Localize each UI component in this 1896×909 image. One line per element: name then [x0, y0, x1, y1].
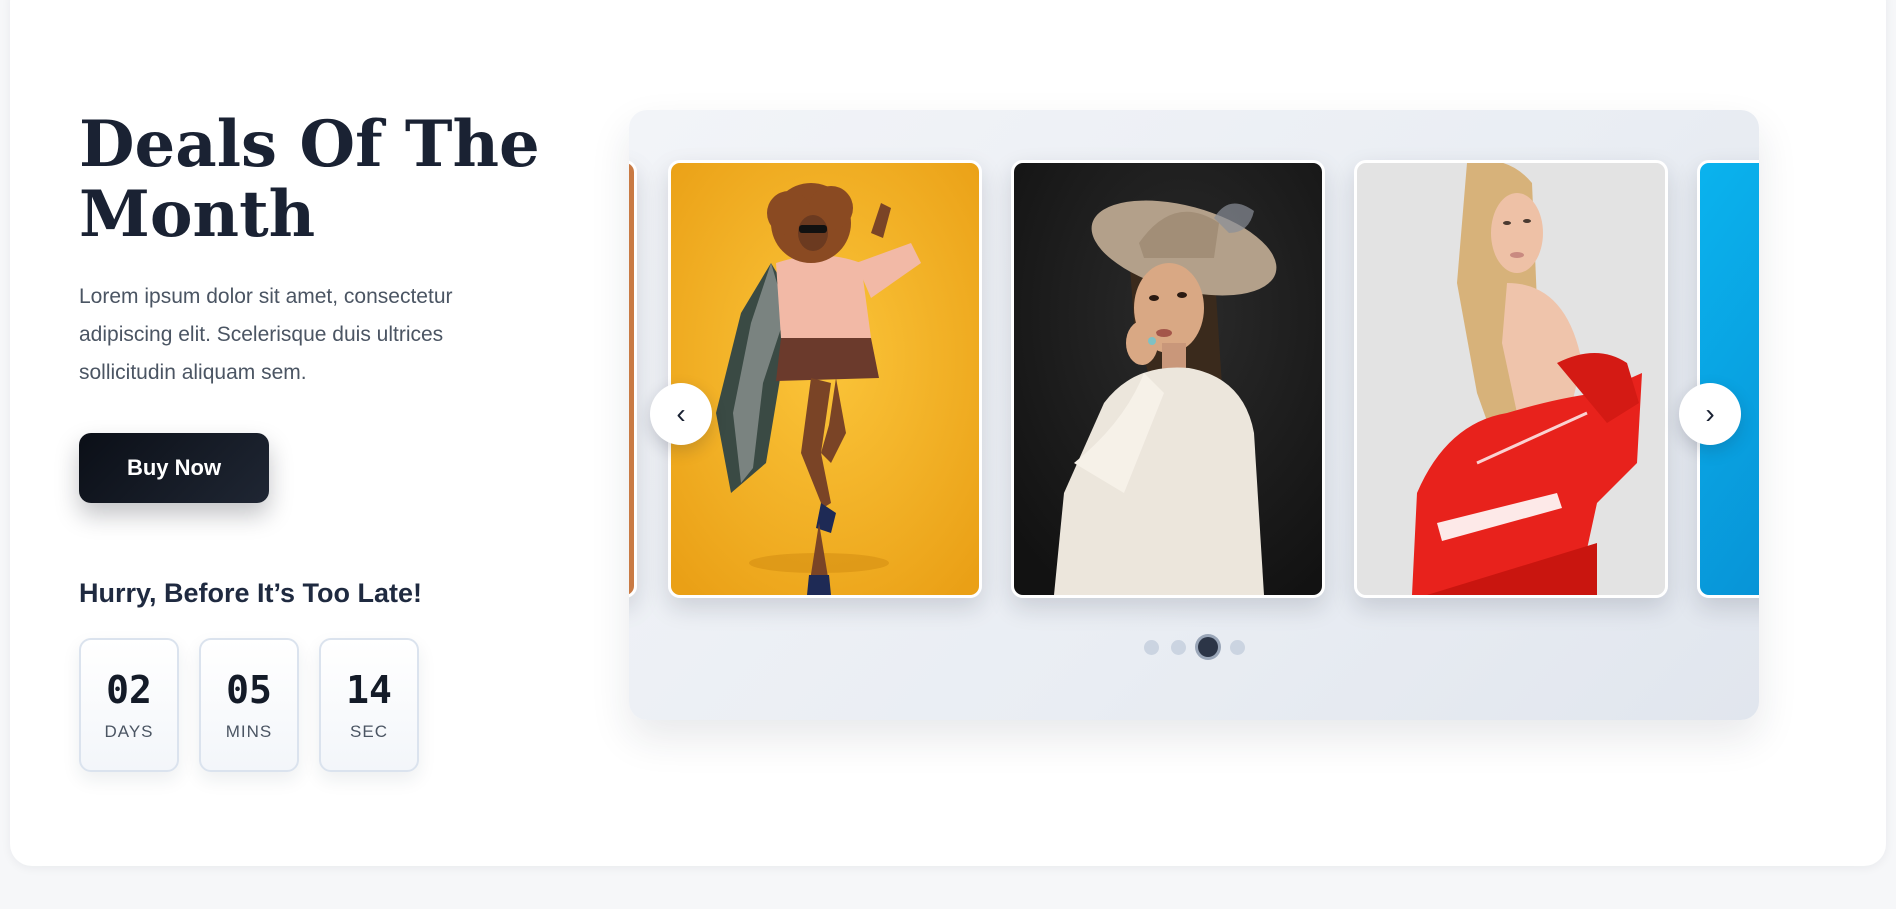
countdown-days-value: 02: [106, 668, 152, 712]
page-title: Deals Of The Month: [79, 107, 540, 252]
chevron-right-icon: ›: [1705, 398, 1715, 429]
slide-partial-left[interactable]: [629, 160, 637, 598]
carousel-prev-button[interactable]: ‹: [650, 383, 712, 445]
slide-woman-yellow-background[interactable]: [668, 160, 982, 598]
slide-woman-red-jacket[interactable]: [1354, 160, 1668, 598]
slide-image-right: [1700, 163, 1759, 595]
countdown-secs-label: SEC: [350, 722, 388, 741]
carousel-dot-1[interactable]: [1143, 639, 1159, 655]
countdown-days-label: DAYS: [104, 722, 154, 741]
product-photo-hat: [1014, 163, 1322, 595]
countdown-timer: 02 DAYS 05 MINS 14 SEC: [79, 638, 419, 772]
countdown-days: 02 DAYS: [79, 638, 179, 772]
slide-woman-in-hat[interactable]: [1011, 160, 1325, 598]
product-photo-yellow: [671, 163, 979, 595]
carousel-pagination: [629, 637, 1759, 657]
countdown-secs: 14 SEC: [319, 638, 419, 772]
countdown-mins-value: 05: [226, 668, 272, 712]
carousel-next-button[interactable]: ›: [1679, 383, 1741, 445]
countdown-mins-label: MINS: [225, 722, 273, 741]
countdown-heading: Hurry, Before It’s Too Late!: [79, 578, 423, 608]
countdown-secs-value: 14: [346, 668, 392, 712]
carousel-dot-4[interactable]: [1229, 639, 1245, 655]
chevron-left-icon: ‹: [676, 398, 686, 429]
countdown-mins: 05 MINS: [199, 638, 299, 772]
product-carousel: [629, 110, 1759, 720]
carousel-dot-3-active[interactable]: [1197, 637, 1218, 657]
product-photo-red-jacket: [1357, 163, 1665, 595]
deals-description: Lorem ipsum dolor sit amet, consectetur …: [79, 285, 453, 384]
slide-partial-right[interactable]: [1697, 160, 1759, 598]
carousel-dot-2[interactable]: [1170, 639, 1186, 655]
buy-now-button[interactable]: Buy Now: [79, 433, 269, 503]
slide-image: [629, 163, 634, 595]
